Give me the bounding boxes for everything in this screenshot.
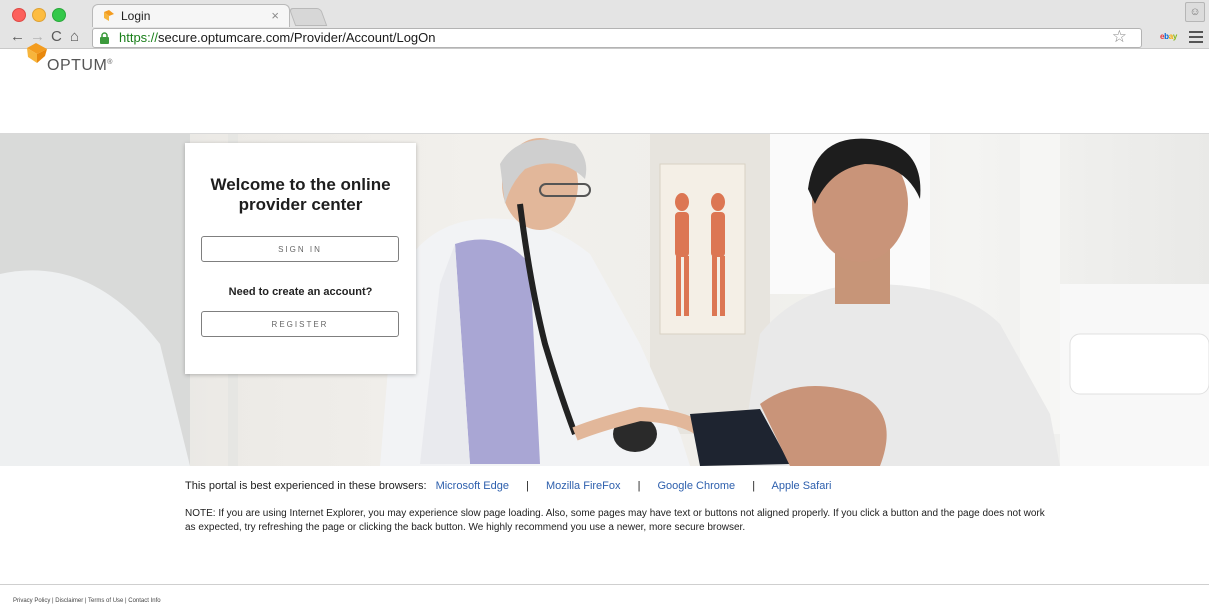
home-icon[interactable]: ⌂ (70, 26, 79, 48)
separator: | (752, 480, 756, 492)
link-microsoft-edge[interactable]: Microsoft Edge (436, 480, 509, 492)
tab-close-icon[interactable]: × (271, 8, 279, 23)
browser-tab-login[interactable]: Login × (92, 4, 290, 27)
address-bar[interactable]: https://secure.optumcare.com/Provider/Ac… (92, 28, 1142, 48)
url-path: secure.optumcare.com/Provider/Account/Lo… (158, 30, 436, 45)
link-mozilla-firefox[interactable]: Mozilla FireFox (546, 480, 621, 492)
create-account-prompt: Need to create an account? (228, 286, 373, 298)
new-tab-button[interactable] (288, 8, 328, 26)
browser-toolbar: ← → C ⌂ https://secure.optumcare.com/Pro… (0, 26, 1209, 48)
link-apple-safari[interactable]: Apple Safari (772, 480, 832, 492)
footer-links[interactable]: Privacy Policy | Disclaimer | Terms of U… (13, 598, 161, 604)
lock-icon (100, 32, 109, 44)
internet-explorer-note: NOTE: If you are using Internet Explorer… (185, 508, 1045, 533)
optum-logo-text[interactable]: OPTUM® (47, 57, 113, 75)
url-scheme: https:// (119, 30, 159, 45)
register-button[interactable]: REGISTER (201, 311, 399, 337)
doctor-patient-illustration (0, 134, 1209, 466)
ebay-extension-icon[interactable]: ebay (1160, 30, 1177, 44)
minimize-window-button[interactable] (32, 8, 46, 22)
browser-window-chrome: Login × ☺ ← → C ⌂ https://secure.optumca… (0, 0, 1209, 49)
browsers-intro: This portal is best experienced in these… (185, 480, 427, 492)
close-window-button[interactable] (12, 8, 26, 22)
maximize-window-button[interactable] (52, 8, 66, 22)
supported-browsers-line: This portal is best experienced in these… (185, 480, 831, 492)
reload-icon[interactable]: C (51, 26, 62, 48)
tab-title: Login (121, 9, 151, 23)
profile-icon[interactable]: ☺ (1185, 2, 1205, 22)
separator: | (637, 480, 641, 492)
hero-image (0, 134, 1209, 466)
bookmark-star-icon[interactable]: ☆ (1112, 26, 1127, 48)
separator: | (526, 480, 529, 492)
welcome-title: Welcome to the online provider center (210, 175, 391, 214)
back-arrow-icon[interactable]: ← (10, 26, 25, 48)
logo-wordmark: OPTUM (47, 57, 108, 74)
url-text: https://secure.optumcare.com/Provider/Ac… (119, 30, 436, 45)
browser-menu-icon[interactable] (1189, 29, 1203, 46)
site-header (0, 49, 1209, 134)
registered-mark: ® (107, 59, 113, 66)
optum-logo-icon[interactable] (26, 42, 48, 64)
footer-divider (0, 584, 1209, 585)
sign-in-button[interactable]: SIGN IN (201, 236, 399, 262)
login-card: Welcome to the online provider center SI… (185, 143, 416, 374)
optum-favicon-icon (104, 10, 114, 21)
link-google-chrome[interactable]: Google Chrome (658, 480, 736, 492)
